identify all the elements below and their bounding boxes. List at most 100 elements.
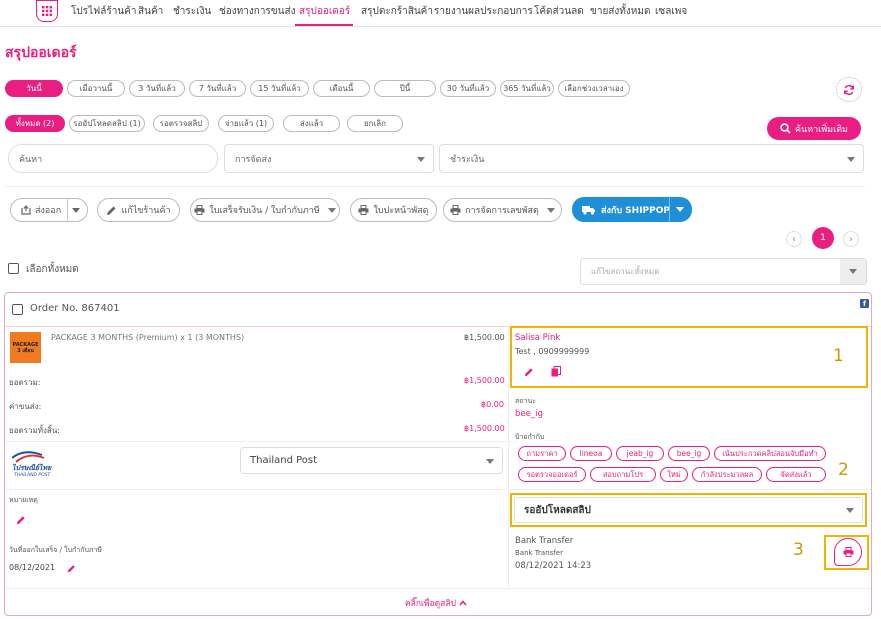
customer-name[interactable]: Salisa Pink (515, 333, 560, 343)
shipping-select-value: การจัดส่ง (235, 154, 272, 165)
nav-payment[interactable]: ชำระเงิน (173, 4, 211, 19)
tag-item[interactable]: จัดส่งแล้ว (766, 467, 826, 482)
edit-note-icon[interactable] (16, 515, 26, 525)
printer-icon (843, 547, 853, 557)
search-more-button[interactable]: ค้นหาเพิ่มเติม (767, 117, 861, 140)
chevron-down-icon (846, 508, 854, 513)
channel-label: สถานะ (515, 397, 536, 405)
nav-discount[interactable]: โค้ดส่วนลด (534, 4, 584, 19)
shippop-dropdown-icon[interactable] (676, 207, 684, 212)
page-number-current[interactable]: 1 (812, 227, 834, 249)
chevron-left-icon: ‹ (792, 233, 796, 245)
export-dropdown-icon[interactable] (72, 208, 80, 213)
date-filter-today[interactable]: วันนี้ (5, 80, 63, 97)
edit-receipt-date-icon[interactable] (67, 564, 76, 573)
total-label: ยอดรวมทั้งสิ้น: (9, 426, 60, 435)
app-menu-button[interactable] (36, 0, 58, 22)
nav-products[interactable]: สินค้า (138, 4, 163, 19)
date-filter-365days[interactable]: 365 วันที่แล้ว (500, 80, 554, 97)
date-filter-this-year[interactable]: ปีนี้ (374, 80, 436, 97)
carrier-value: Thailand Post (250, 455, 318, 466)
refresh-button[interactable] (836, 77, 862, 102)
receipt-date-value: 08/12/2021 (9, 563, 56, 572)
order-checkbox[interactable] (12, 304, 23, 315)
edit-shop-button[interactable]: แก้ไขร้านค้า (97, 198, 180, 222)
pencil-icon (107, 206, 116, 215)
tag-item[interactable]: lineoa (570, 446, 612, 461)
order-number: Order No. 867401 (30, 303, 120, 314)
facebook-icon: f (860, 299, 869, 308)
date-filter-7days[interactable]: 7 วันที่แล้ว (189, 80, 246, 97)
search-input[interactable]: ค้นหา (8, 144, 218, 173)
select-all-checkbox[interactable] (8, 263, 19, 274)
status-filter-await-slip[interactable]: รออัปโหลดสลิป (1) (69, 115, 145, 132)
nav-report[interactable]: รายงานผลประกอบการ (434, 4, 533, 19)
tag-item[interactable]: ใหม่ (660, 467, 688, 482)
date-filter-custom[interactable]: เลือกช่วงเวลาเอง (558, 80, 630, 97)
printer-icon (194, 205, 205, 215)
active-tab-indicator (295, 24, 353, 26)
status-filter-cancelled[interactable]: ยกเลิก (347, 115, 403, 132)
carrier-select[interactable]: Thailand Post (240, 447, 503, 474)
payment-select[interactable]: ชำระเงิน (439, 144, 864, 173)
prev-page-button[interactable]: ‹ (786, 231, 802, 247)
parcel-number-button[interactable]: การจัดการเลขพัสดุ (443, 198, 562, 222)
copy-icon[interactable] (551, 366, 561, 377)
tag-item[interactable]: กำลังประมวลผล (692, 467, 762, 482)
shippop-button[interactable]: ส่งกับ SHIPPOP (572, 197, 692, 222)
date-filter-3days[interactable]: 3 วันที่แล้ว (129, 80, 185, 97)
annotation-3: 3 (793, 540, 804, 560)
bulk-status-select[interactable]: แก้ไขสถานะทั้งหมด (580, 258, 867, 285)
view-slip-link[interactable]: คลิ๊กเพื่อดูสลิป (405, 596, 467, 610)
edit-shop-label: แก้ไขร้านค้า (121, 206, 171, 216)
subtotal-value: ฿1,500.00 (464, 376, 505, 385)
nav-cart-summary[interactable]: สรุปตะกร้าสินค้า (361, 4, 433, 19)
divider (5, 588, 871, 589)
printer-icon (358, 205, 369, 215)
divider (508, 325, 509, 589)
customer-contact: Test , 0909999999 (515, 347, 590, 356)
edit-customer-icon[interactable] (524, 367, 534, 377)
nav-profile[interactable]: โปรไฟล์ร้านค้า (71, 4, 136, 19)
nav-salepage[interactable]: เซลเพจ (655, 4, 687, 19)
divider (669, 197, 670, 222)
tags-label: ป้ายกำกับ (515, 433, 545, 441)
view-slip-label: คลิ๊กเพื่อดูสลิป (405, 599, 456, 609)
receipt-date-label: วันที่ออกใบเสร็จ / ใบกำกับภาษี (9, 546, 103, 554)
search-more-label: ค้นหาเพิ่มเติม (795, 124, 848, 135)
export-label: ส่งออก (35, 206, 62, 216)
status-filter-shipped[interactable]: ส่งแล้ว (283, 115, 340, 132)
tag-item[interactable]: เน้นประกวดคลิปสอนจับมือทำ (714, 446, 826, 461)
nav-order-summary[interactable]: สรุปออเดอร์ (299, 4, 350, 19)
tag-item[interactable]: bee_ig (668, 446, 710, 461)
status-filter-check-slip[interactable]: รอตรวจสลิป (153, 115, 209, 132)
order-status-value: รออัปโหลดสลิป (524, 504, 591, 516)
printer-icon (450, 205, 461, 215)
chevron-down-icon (849, 269, 857, 274)
chevron-up-icon (459, 600, 467, 606)
product-name: PACKAGE 3 MONTHS (Premium) x 1 (3 MONTHS… (51, 333, 245, 342)
chevron-down-icon (546, 207, 555, 213)
divider (5, 489, 871, 490)
date-filter-yesterday[interactable]: เมื่อวานนี้ (67, 80, 125, 97)
cover-sheet-button[interactable]: ใบปะหน้าพัสดุ (350, 198, 437, 222)
print-order-button[interactable] (834, 538, 862, 566)
shipping-select[interactable]: การจัดส่ง (224, 144, 434, 173)
next-page-button[interactable]: › (843, 231, 859, 247)
thailand-post-logo-subtext: THAILAND POST (14, 473, 51, 478)
receipt-button[interactable]: ใบเสร็จรับเงิน / ใบกำกับภาษี (190, 198, 340, 222)
tag-item[interactable]: jeab_ig (616, 446, 664, 461)
order-status-select[interactable]: รออัปโหลดสลิป (514, 497, 863, 523)
annotation-1: 1 (833, 346, 844, 366)
nav-wholesale[interactable]: ขายส่งทั้งหมด (590, 4, 650, 19)
status-filter-all[interactable]: ทั้งหมด (2) (5, 115, 65, 132)
tag-item[interactable]: สอบถามโปร (590, 467, 656, 482)
tag-item[interactable]: ถามราคา (518, 446, 566, 461)
nav-shipping[interactable]: ช่องทางการขนส่ง (219, 4, 295, 19)
status-filter-paid[interactable]: จ่ายแล้ว (1) (218, 115, 274, 132)
receipt-label: ใบเสร็จรับเงิน / ใบกำกับภาษี (209, 206, 320, 216)
tag-item[interactable]: รอตรวจออเดอร์ (518, 467, 586, 482)
date-filter-30days[interactable]: 30 วันที่แล้ว (440, 80, 496, 97)
date-filter-15days[interactable]: 15 วันที่แล้ว (250, 80, 309, 97)
date-filter-this-month[interactable]: เดือนนี้ (313, 80, 370, 97)
